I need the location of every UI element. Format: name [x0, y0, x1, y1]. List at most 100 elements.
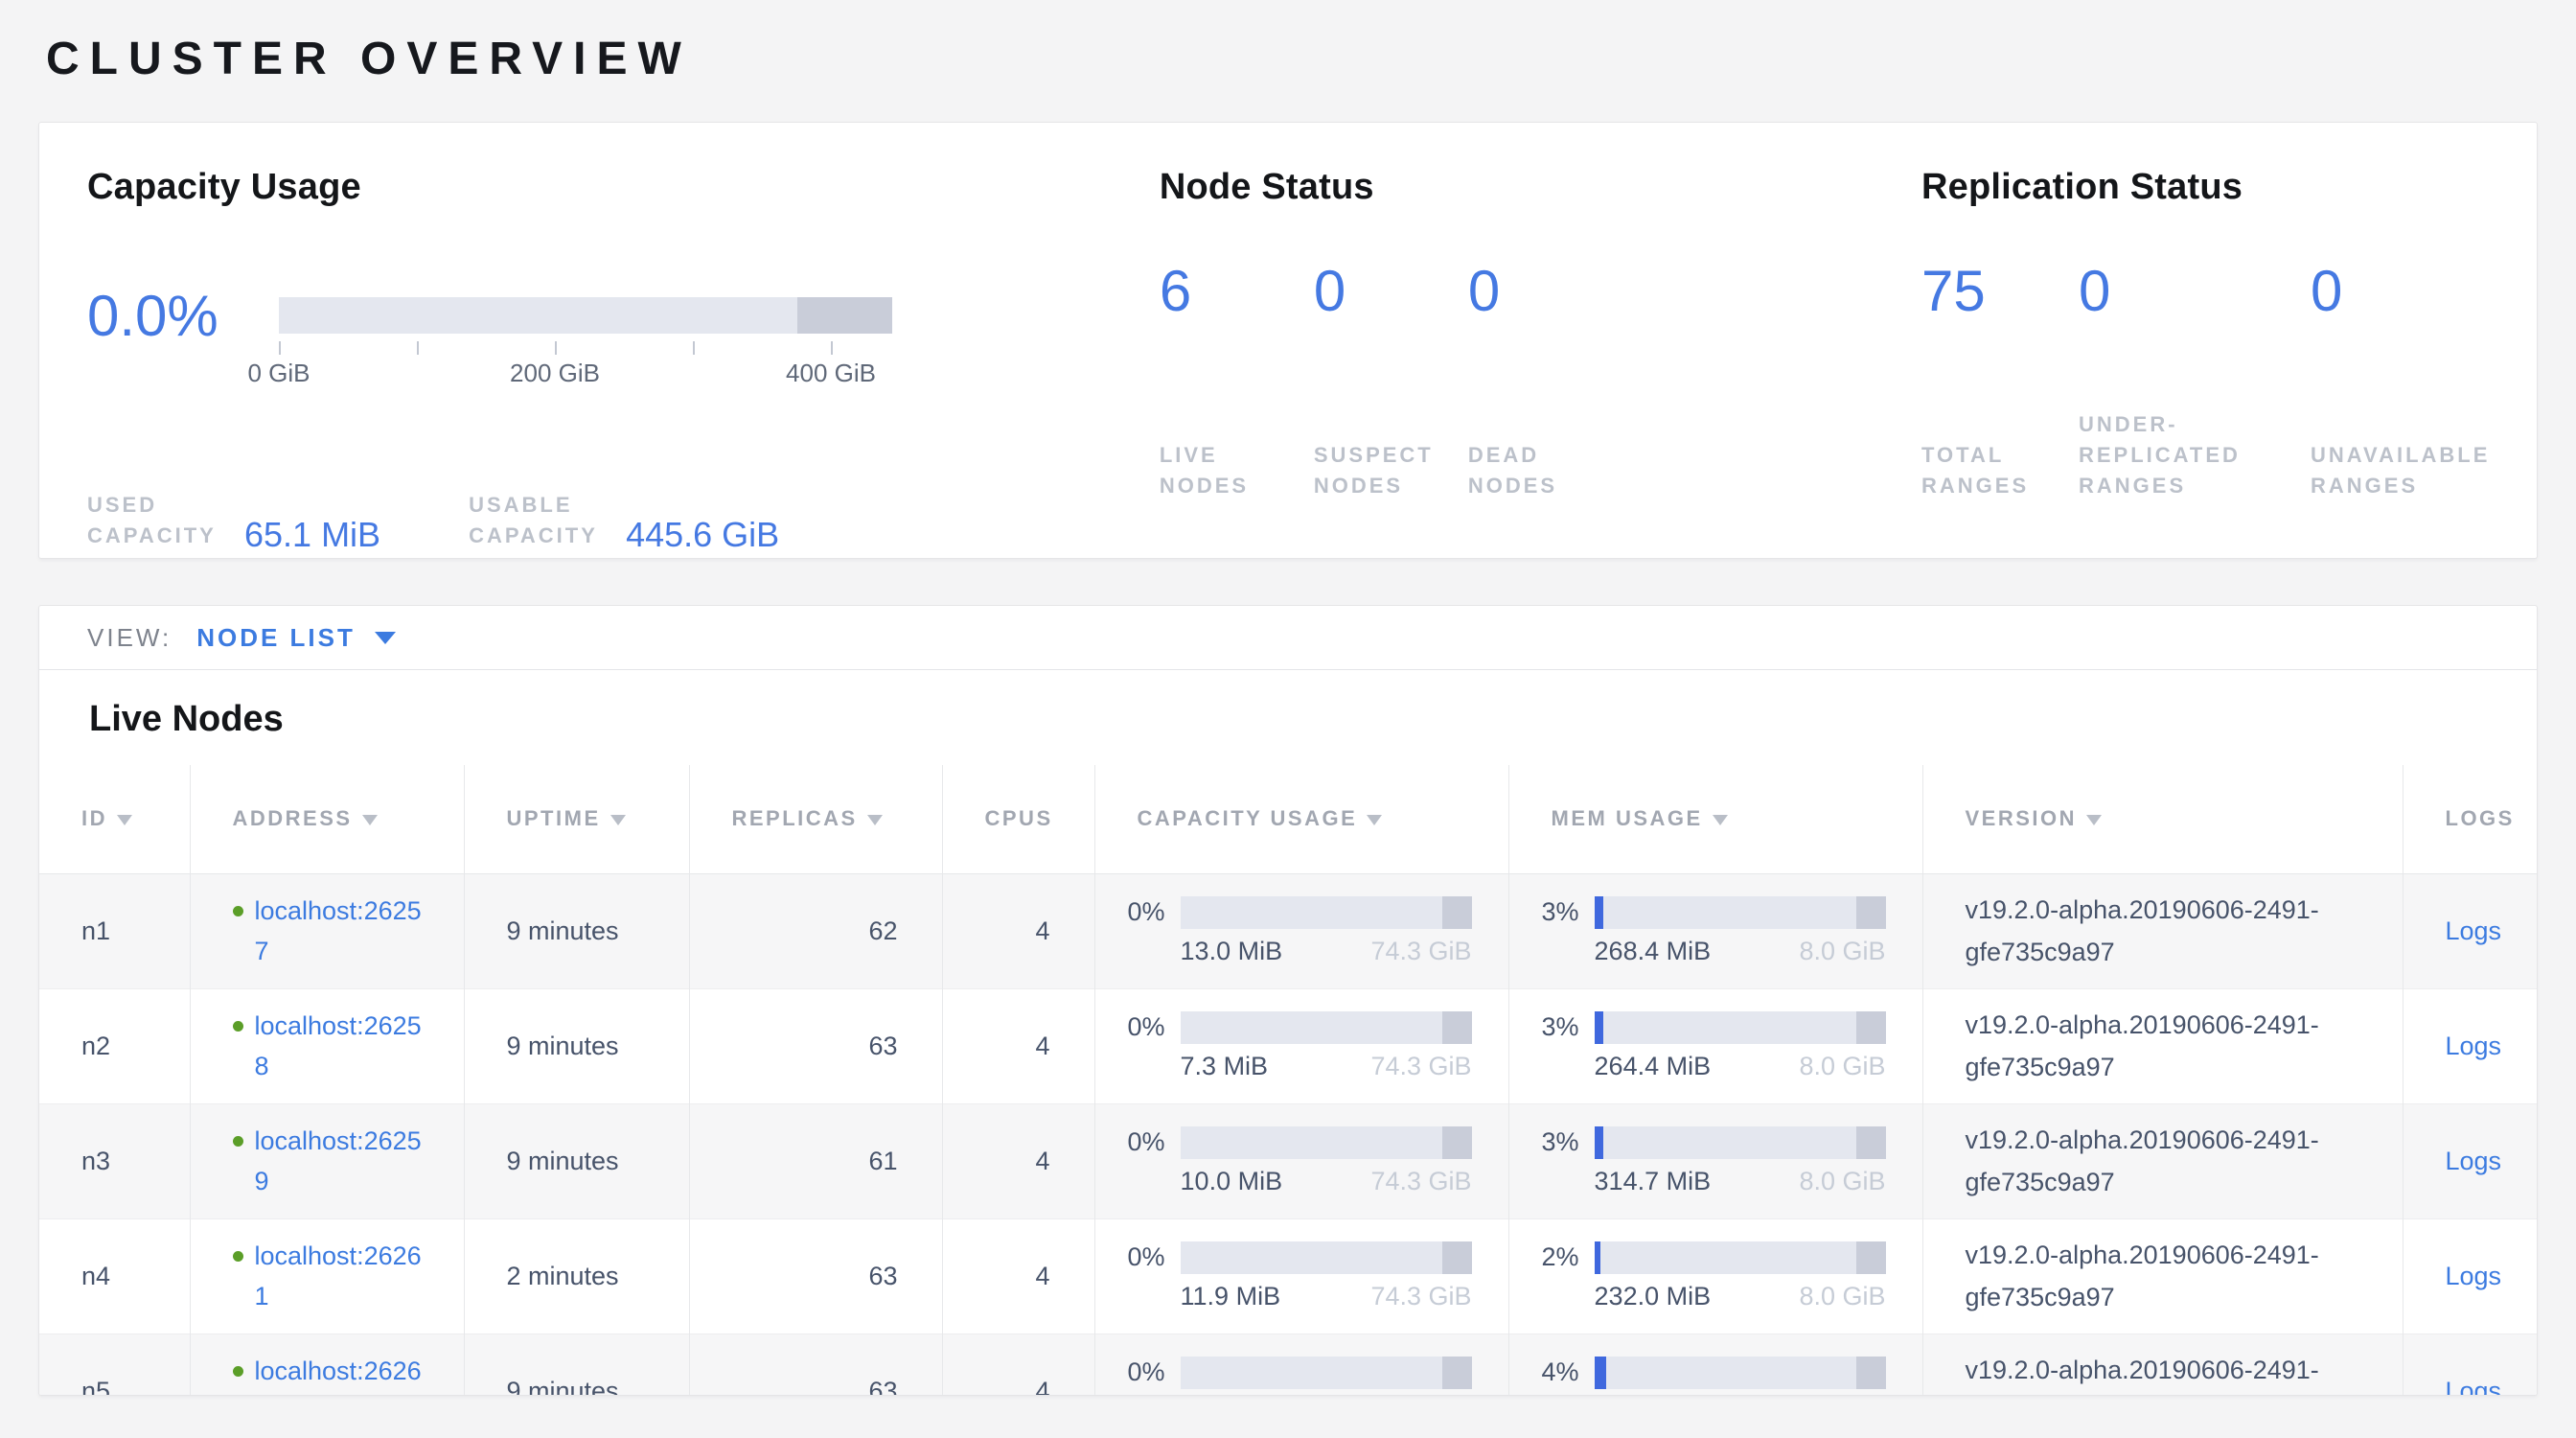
live-nodes-title: Live Nodes: [39, 670, 2537, 765]
mem-usage-bar-dark-segment: [1856, 896, 1885, 929]
node-logs-link[interactable]: Logs: [2446, 1147, 2502, 1175]
capacity-usage-title: Capacity Usage: [87, 167, 1160, 208]
node-logs-cell: Logs: [2403, 1218, 2538, 1334]
node-cpus-cell: 4: [942, 873, 1094, 988]
node-version-cell: v19.2.0-alpha.20190606-2491-gfe735c9a97: [1922, 1218, 2403, 1334]
live-nodes-label: LIVE NODES: [1160, 440, 1314, 501]
node-address-link[interactable]: localhost:26259: [255, 1121, 433, 1201]
axis-tick: [831, 341, 833, 355]
node-address-link[interactable]: localhost:26258: [255, 1006, 433, 1086]
mem-usage-cell: 2%232.0 MiB8.0 GiB: [1508, 1218, 1922, 1334]
axis-tick: [279, 341, 281, 355]
live-nodes-table: IDADDRESSUPTIMEREPLICASCPUSCAPACITY USAG…: [39, 765, 2538, 1396]
capacity-usage-cell: 0%11.9 MiB74.3 GiB: [1094, 1218, 1508, 1334]
mem-usage-cell: 3%268.4 MiB8.0 GiB: [1508, 873, 1922, 988]
column-header-label: ADDRESS: [233, 806, 353, 830]
dropdown-caret-icon: [375, 632, 396, 644]
suspect-nodes-count: 0: [1314, 258, 1468, 324]
mem-usage-meter: 3%268.4 MiB8.0 GiB: [1542, 896, 1886, 966]
node-address-link[interactable]: localhost:26261: [255, 1236, 433, 1316]
capacity-usage-bar: [1181, 1011, 1472, 1044]
capacity-usage-cell: 0%7.3 MiB74.3 GiB: [1094, 988, 1508, 1103]
node-address: localhost:26262: [233, 1351, 464, 1396]
column-header-version[interactable]: VERSION: [1922, 765, 2403, 873]
node-row-n4: n4localhost:262612 minutes6340%11.9 MiB7…: [39, 1218, 2538, 1334]
mem-used-value: 268.4 MiB: [1595, 937, 1712, 966]
axis-tick-label: 400 GiB: [786, 359, 876, 388]
capacity-usage-bar: [1181, 896, 1472, 929]
node-replicas-cell: 62: [689, 873, 942, 988]
sort-caret-icon: [362, 815, 378, 825]
mem-usage-percent: 4%: [1542, 1357, 1579, 1387]
node-address: localhost:26259: [233, 1121, 464, 1201]
capacity-usage-percent: 0%: [1128, 1357, 1165, 1387]
usable-capacity-value: 445.6 GiB: [626, 515, 779, 555]
mem-total-value: 8.0 GiB: [1799, 937, 1885, 966]
column-header-memory[interactable]: MEM USAGE: [1508, 765, 1922, 873]
column-header-uptime[interactable]: UPTIME: [464, 765, 689, 873]
column-header-label: UPTIME: [507, 806, 601, 830]
node-status-title: Node Status: [1160, 167, 1921, 208]
column-header-address[interactable]: ADDRESS: [190, 765, 464, 873]
capacity-used-value: 11.9 MiB: [1181, 1282, 1281, 1311]
mem-usage-bar: [1595, 1011, 1886, 1044]
capacity-usage-bar: [1181, 1357, 1472, 1389]
mem-usage-meter: 2%232.0 MiB8.0 GiB: [1542, 1241, 1886, 1311]
total-ranges-label: TOTAL RANGES: [1921, 440, 2079, 501]
capacity-usage-meter: 0% 10.0 MiB74.3 GiB: [1128, 1126, 1472, 1196]
node-cpus-cell: 4: [942, 1103, 1094, 1218]
sort-caret-icon: [2086, 815, 2102, 825]
capacity-usage-bar-dark-segment: [1442, 1011, 1471, 1044]
node-version-cell: v19.2.0-alpha.20190606-2491-gfe735c9a97: [1922, 873, 2403, 988]
node-version-cell: v19.2.0-alpha.20190606-2491-gfe735c9a97: [1922, 988, 2403, 1103]
column-header-id[interactable]: ID: [39, 765, 190, 873]
column-header-label: ID: [81, 806, 107, 830]
column-header-capacity[interactable]: CAPACITY USAGE: [1094, 765, 1508, 873]
column-header-replicas[interactable]: REPLICAS: [689, 765, 942, 873]
capacity-usage-values: 10.0 MiB74.3 GiB: [1181, 1167, 1472, 1196]
node-address-cell: localhost:26257: [190, 873, 464, 988]
sort-caret-icon: [610, 815, 626, 825]
node-logs-cell: Logs: [2403, 1334, 2538, 1396]
mem-usage-cell: 3%264.4 MiB8.0 GiB: [1508, 988, 1922, 1103]
node-logs-link[interactable]: Logs: [2446, 1032, 2502, 1060]
capacity-bar: [279, 297, 892, 334]
dead-nodes-stat: 0 DEAD NODES: [1468, 258, 1622, 501]
capacity-used-value: 13.0 MiB: [1181, 937, 1283, 966]
capacity-usage-values: 11.9 MiB74.3 GiB: [1181, 1282, 1472, 1311]
replication-status-title: Replication Status: [1921, 167, 2537, 208]
total-ranges-stat: 75 TOTAL RANGES: [1921, 258, 2079, 501]
capacity-usage-percent: 0%: [1128, 1127, 1165, 1157]
node-id-cell: n5: [39, 1334, 190, 1396]
node-uptime-cell: 9 minutes: [464, 988, 689, 1103]
sort-caret-icon: [867, 815, 883, 825]
node-row-n3: n3localhost:262599 minutes6140%10.0 MiB7…: [39, 1103, 2538, 1218]
axis-tick-label: 0 GiB: [247, 359, 310, 388]
live-nodes-stat: 6 LIVE NODES: [1160, 258, 1314, 501]
node-logs-link[interactable]: Logs: [2446, 916, 2502, 945]
under-replicated-ranges-stat: 0 UNDER-REPLICATED RANGES: [2079, 258, 2311, 501]
mem-usage-bar: [1595, 1357, 1886, 1389]
unavailable-ranges-count: 0: [2311, 258, 2537, 324]
node-logs-link[interactable]: Logs: [2446, 1377, 2502, 1397]
capacity-used-value: 7.3 MiB: [1181, 1052, 1269, 1081]
suspect-nodes-label: SUSPECT NODES: [1314, 440, 1468, 501]
view-dropdown[interactable]: NODE LIST: [196, 623, 396, 653]
total-ranges-count: 75: [1921, 258, 2079, 324]
node-address-link[interactable]: localhost:26257: [255, 891, 433, 971]
node-replicas-cell: 63: [689, 988, 942, 1103]
axis-tick: [417, 341, 419, 355]
mem-usage-bar-fill: [1595, 1241, 1600, 1274]
capacity-usage-cell: 0%13.0 MiB74.3 GiB: [1094, 873, 1508, 988]
used-capacity-value: 65.1 MiB: [244, 515, 380, 555]
node-logs-link[interactable]: Logs: [2446, 1262, 2502, 1290]
mem-usage-percent: 3%: [1542, 1012, 1579, 1042]
capacity-usage-bar: [1181, 1241, 1472, 1274]
mem-usage-cell: 3%314.7 MiB8.0 GiB: [1508, 1103, 1922, 1218]
node-address-cell: localhost:26259: [190, 1103, 464, 1218]
node-address-link[interactable]: localhost:26262: [255, 1351, 433, 1396]
replication-status-section: Replication Status 75 TOTAL RANGES 0 UND…: [1921, 123, 2537, 558]
capacity-usage-percent: 0%: [1128, 1012, 1165, 1042]
mem-usage-bar-dark-segment: [1856, 1011, 1885, 1044]
usable-capacity-label: USABLE CAPACITY: [469, 490, 612, 551]
